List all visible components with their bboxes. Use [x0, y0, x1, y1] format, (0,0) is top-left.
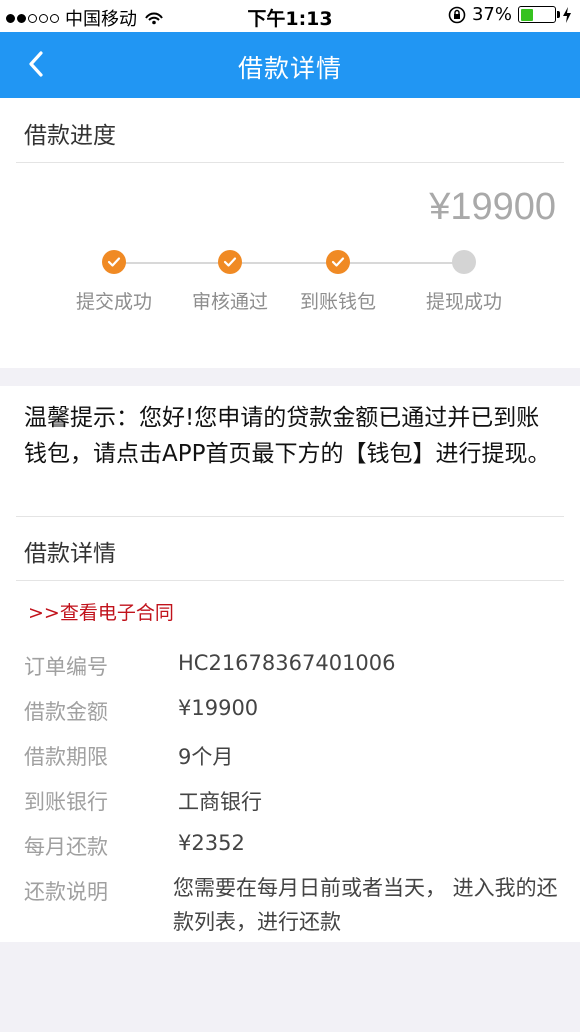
loan-amount-value: ¥19900: [178, 696, 259, 720]
view-contract-link[interactable]: >>查看电子合同: [28, 598, 174, 625]
order-number-label: 订单编号: [24, 655, 108, 679]
repayment-note-value: 您需要在每月日前或者当天， 进入我的还款列表，进行还款: [173, 876, 558, 934]
step-1-label: 提交成功: [75, 291, 152, 313]
divider: [16, 580, 564, 581]
step-3-label: 到账钱包: [299, 291, 376, 313]
details-card: 温馨提示：您好!您申请的贷款金额已通过并已到账钱包，请点击APP首页最下方的【钱…: [0, 386, 580, 942]
nav-bar: 借款详情: [0, 32, 580, 98]
loan-amount-label: 借款金额: [24, 700, 108, 724]
bank-label: 到账银行: [24, 790, 108, 814]
divider: [16, 516, 564, 517]
status-right: 37%: [448, 4, 572, 25]
status-bar: 中国移动 下午1:13 37%: [0, 0, 580, 32]
monthly-payment-label: 每月还款: [24, 835, 108, 859]
step-4-pending-icon: [452, 250, 476, 274]
loan-amount: ¥19900: [429, 186, 556, 228]
orientation-lock-icon: [448, 6, 466, 23]
page-title: 借款详情: [237, 54, 342, 83]
order-number-value: HC21678367401006: [178, 651, 396, 675]
progress-track: [114, 262, 464, 264]
progress-section-title: 借款进度: [24, 123, 116, 149]
battery-icon: [518, 6, 560, 23]
step-2-label: 审核通过: [191, 291, 268, 313]
bank-value: 工商银行: [178, 790, 262, 814]
divider: [16, 162, 564, 163]
details-section-title: 借款详情: [24, 541, 116, 567]
progress-card: 借款进度 ¥19900 提交成功 审核通过 到账钱包 提现成功: [0, 98, 580, 368]
step-3-check-icon: [326, 250, 350, 274]
monthly-payment-value: ¥2352: [178, 831, 245, 855]
repayment-note-label: 还款说明: [24, 880, 108, 904]
loan-term-value: 9个月: [178, 745, 234, 769]
charging-icon: [563, 6, 571, 23]
step-1-check-icon: [102, 250, 126, 274]
step-4-label: 提现成功: [425, 291, 502, 313]
battery-percent: 37%: [471, 4, 512, 25]
notice-text: 温馨提示：您好!您申请的贷款金额已通过并已到账钱包，请点击APP首页最下方的【钱…: [24, 405, 551, 467]
step-2-check-icon: [218, 250, 242, 274]
loan-term-label: 借款期限: [24, 745, 108, 769]
